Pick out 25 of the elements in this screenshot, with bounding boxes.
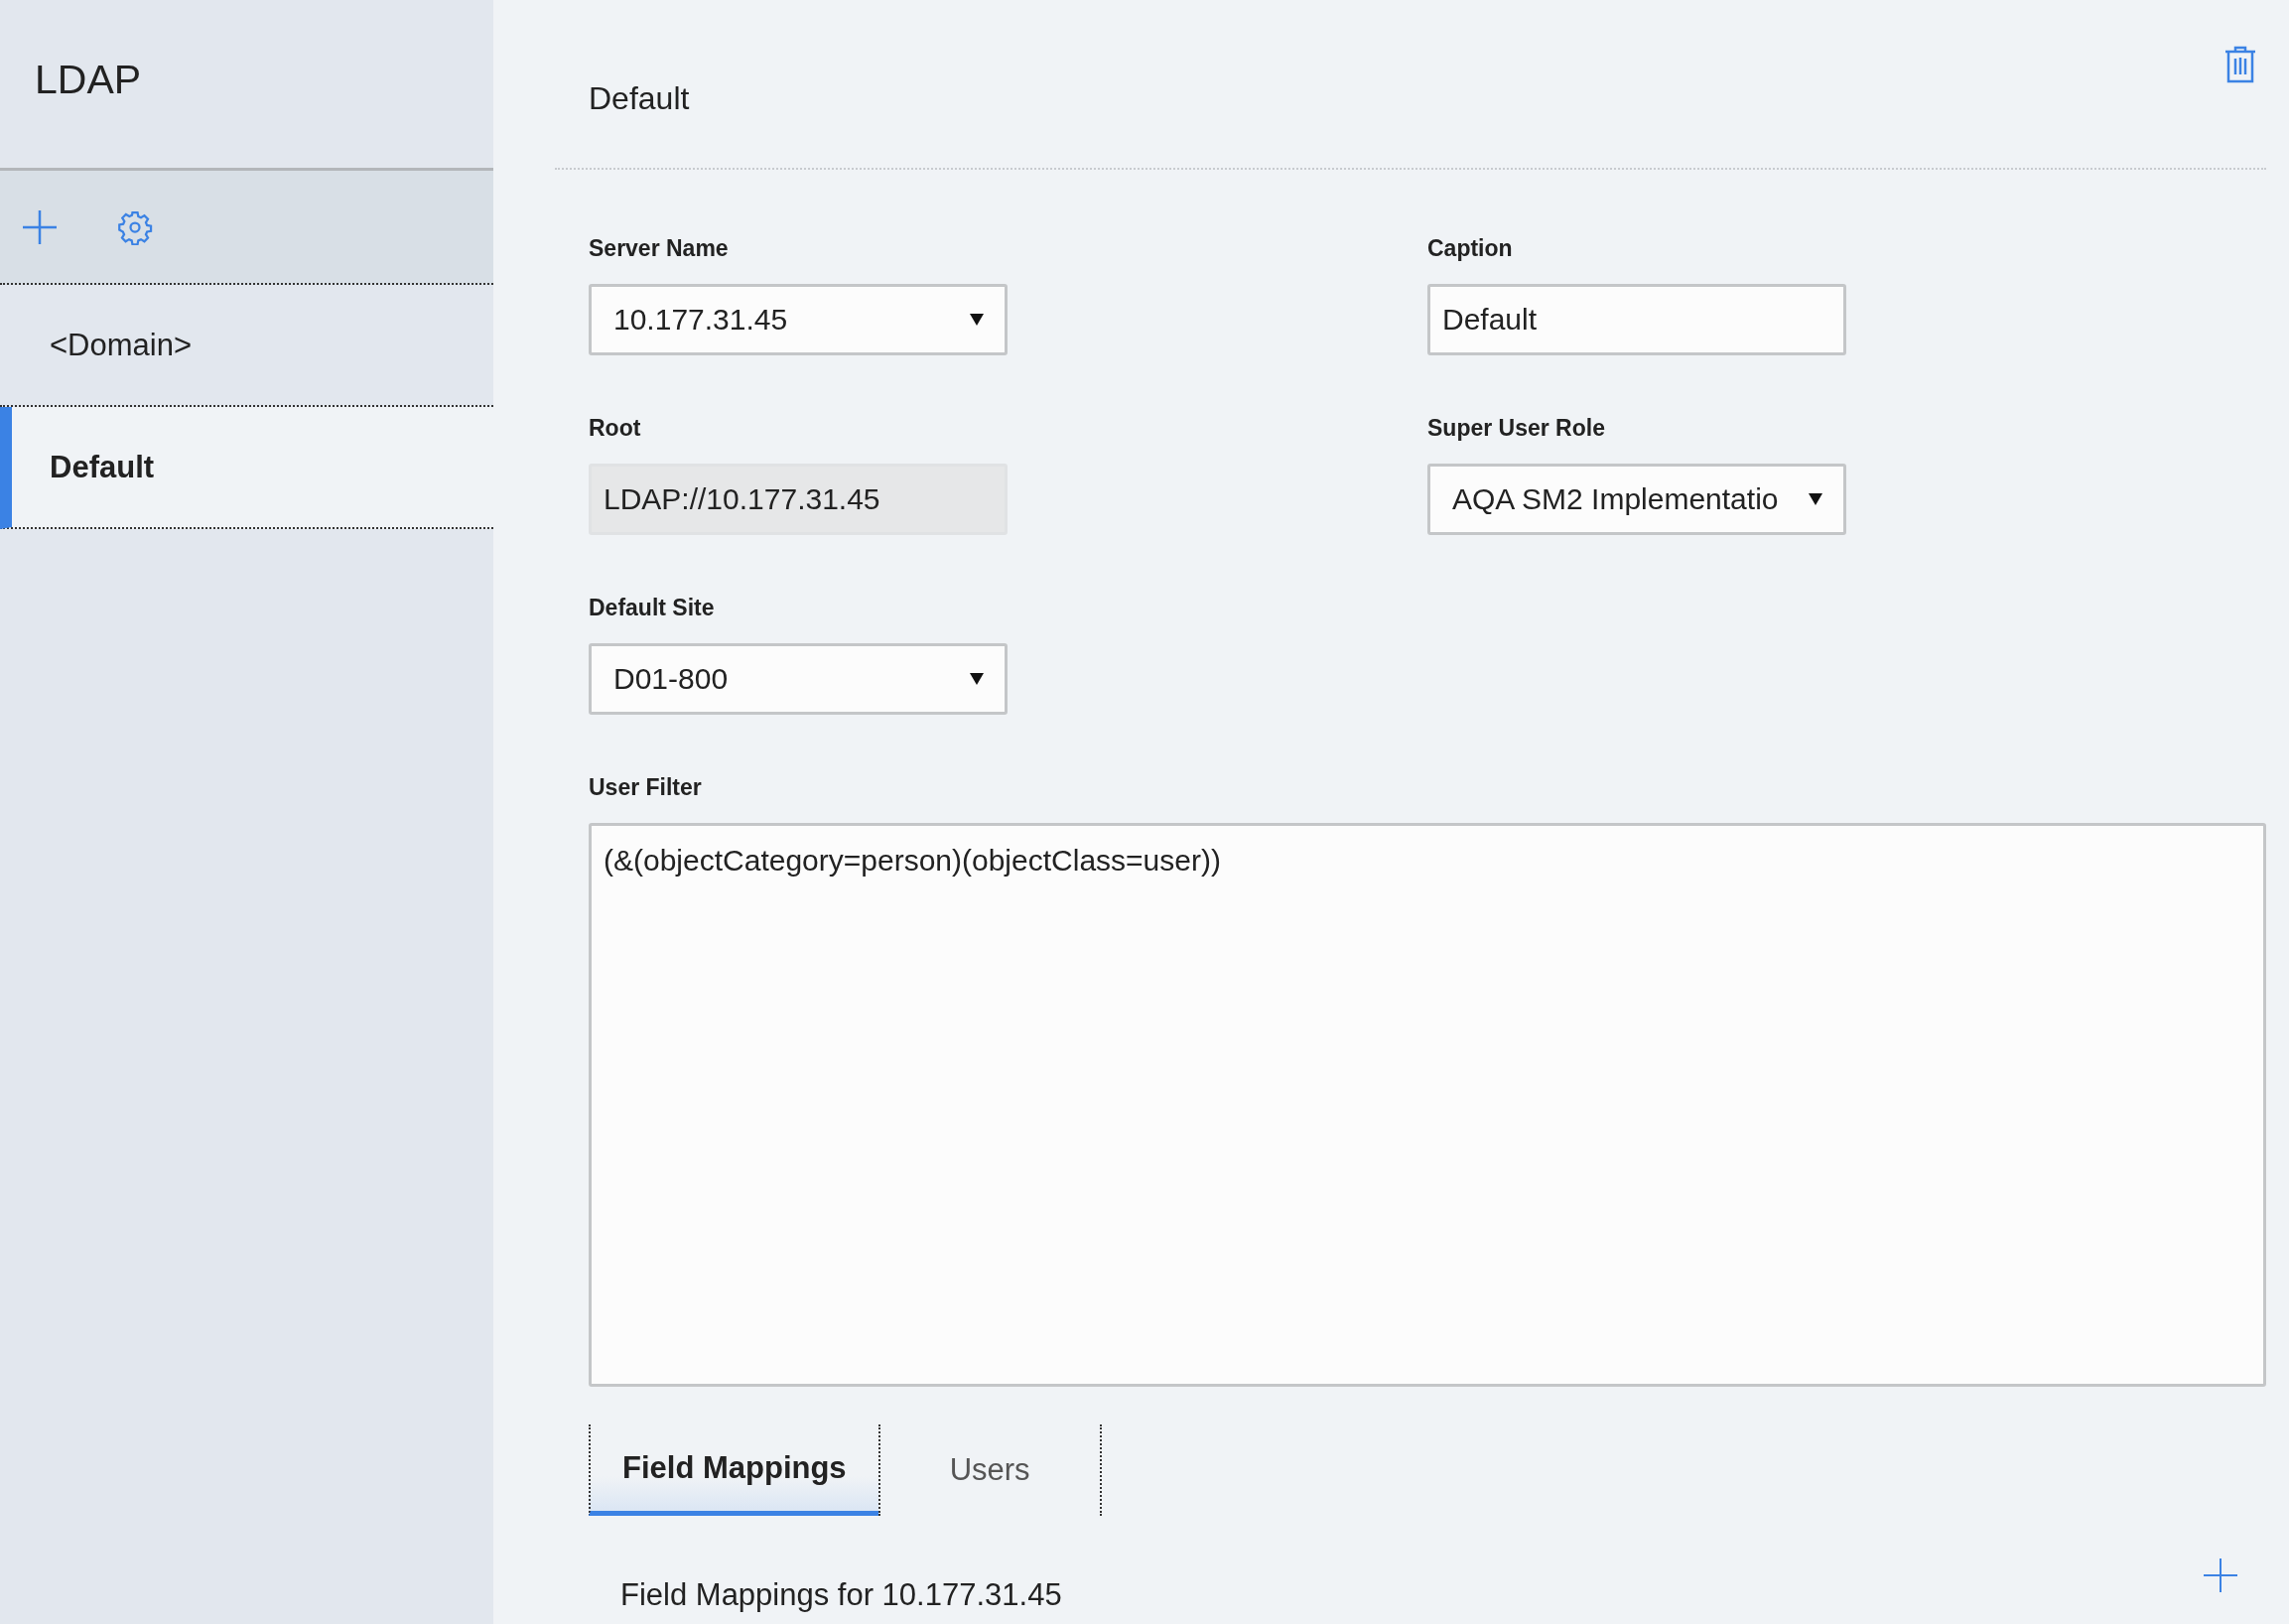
sidebar-item[interactable]: Default — [0, 407, 493, 529]
delete-icon[interactable] — [2224, 45, 2256, 83]
field-label: Caption — [1427, 235, 1514, 262]
tab[interactable]: Field Mappings — [589, 1424, 878, 1516]
text-area[interactable]: (&(objectCategory=person)(objectClass=user)) — [589, 823, 2266, 1387]
plus-icon[interactable] — [22, 208, 58, 245]
caret-icon — [1808, 492, 1823, 506]
settings-icon[interactable] — [117, 208, 153, 245]
select-field[interactable]: AQA SM2 Implementatio — [1427, 464, 1846, 535]
select-field[interactable]: 10.177.31.45 — [589, 284, 1008, 355]
input-field[interactable]: Default — [1427, 284, 1846, 355]
caret-icon — [969, 313, 985, 327]
section-title: Field Mappings for 10.177.31.45 — [620, 1577, 1062, 1613]
field-label: Root — [589, 415, 642, 442]
field-label: Super User Role — [1427, 415, 1606, 442]
field-label: User Filter — [589, 774, 703, 801]
select-field[interactable]: D01-800 — [589, 643, 1008, 715]
plus-icon[interactable] — [2203, 1557, 2238, 1593]
field-label: Default Site — [589, 595, 716, 621]
field-label: Server Name — [589, 235, 730, 262]
readonly-field: LDAP://10.177.31.45 — [589, 464, 1008, 535]
tab[interactable]: Users — [877, 1424, 1102, 1516]
caret-icon — [969, 672, 985, 686]
page-title: Default — [589, 80, 690, 117]
sidebar-title: LDAP — [35, 57, 142, 103]
